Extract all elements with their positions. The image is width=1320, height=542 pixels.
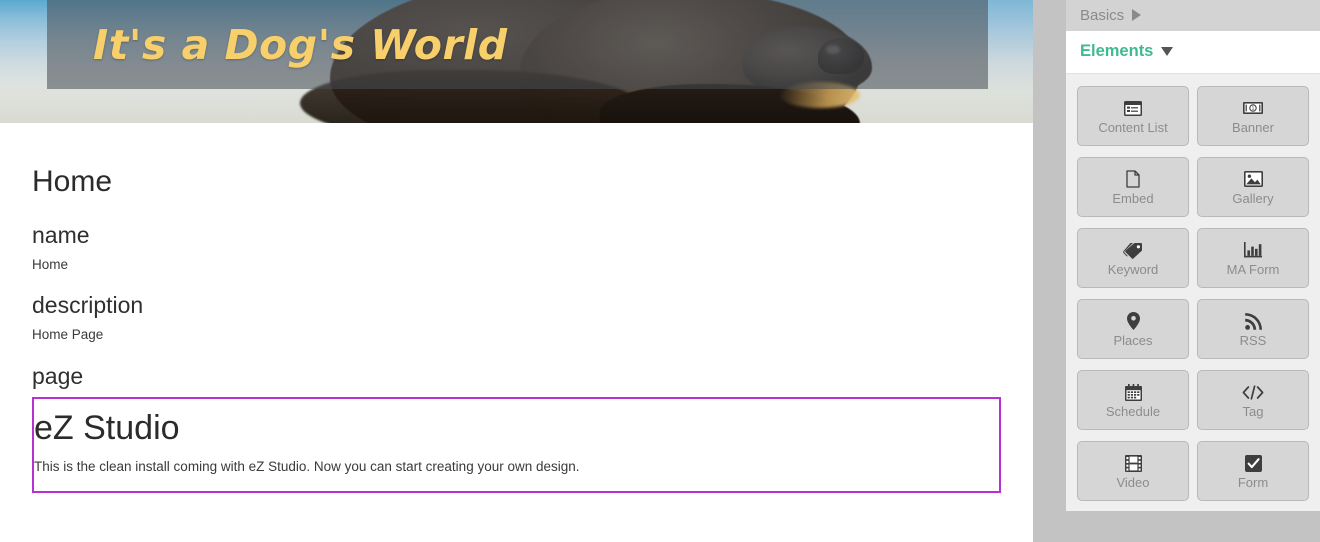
- element-tile-label: Gallery: [1232, 190, 1274, 206]
- element-tile-places[interactable]: Places: [1077, 299, 1189, 359]
- tag-icon: [1242, 383, 1264, 402]
- page-content-body: Home name Home description Home Page pag…: [0, 123, 1033, 493]
- svg-text:1: 1: [1252, 106, 1255, 112]
- element-tile-content-list[interactable]: Content List: [1077, 86, 1189, 146]
- form-icon: [1244, 454, 1262, 473]
- field-description-value: Home Page: [32, 327, 104, 343]
- element-tile-embed[interactable]: Embed: [1077, 157, 1189, 217]
- elements-grid: Content List 1 Banner Embed Gallery Keyw…: [1077, 86, 1309, 501]
- zone-heading: eZ Studio: [34, 408, 180, 447]
- page-preview-pane: It's a Dog's World Home name Home descri…: [0, 0, 1033, 542]
- panel-section-basics-label: Basics: [1080, 6, 1125, 24]
- field-page: page eZ Studio This is the clean install…: [32, 363, 1001, 493]
- element-tile-keyword[interactable]: Keyword: [1077, 228, 1189, 288]
- element-tile-label: Banner: [1232, 119, 1274, 135]
- field-description-label: description: [32, 292, 144, 319]
- panel-empty-space: [1066, 511, 1320, 542]
- panel-section-elements-label: Elements: [1080, 42, 1154, 60]
- chevron-down-icon: [1161, 47, 1174, 56]
- element-tile-banner[interactable]: 1 Banner: [1197, 86, 1309, 146]
- element-tile-label: Form: [1237, 474, 1269, 490]
- embed-icon: [1126, 170, 1140, 189]
- places-icon: [1126, 312, 1140, 331]
- element-tile-tag[interactable]: Tag: [1197, 370, 1309, 430]
- element-tile-gallery[interactable]: Gallery: [1197, 157, 1309, 217]
- element-tile-label: Embed: [1112, 190, 1154, 206]
- hero-overlay-bar: It's a Dog's World: [47, 0, 988, 89]
- field-description: description Home Page: [32, 292, 1001, 344]
- field-name-value: Home: [32, 256, 69, 272]
- hero-banner[interactable]: It's a Dog's World: [0, 0, 1033, 123]
- gallery-icon: [1243, 170, 1263, 189]
- schedule-icon: [1124, 383, 1142, 402]
- ma-form-icon: [1244, 241, 1262, 260]
- selected-page-zone[interactable]: eZ Studio This is the clean install comi…: [32, 396, 1001, 493]
- studio-editor-root: It's a Dog's World Home name Home descri…: [0, 0, 1320, 542]
- chevron-right-icon: [1132, 9, 1142, 21]
- rss-icon: [1244, 312, 1262, 331]
- field-name: name Home: [32, 222, 1001, 274]
- banner-icon: 1: [1243, 99, 1263, 118]
- keyword-icon: [1123, 241, 1143, 260]
- element-tile-label: Content List: [1098, 119, 1168, 135]
- elements-side-panel: Basics Elements Content List 1 Banner Em…: [1066, 0, 1320, 542]
- zone-body-text: This is the clean install coming with eZ…: [34, 458, 580, 474]
- element-tile-label: RSS: [1239, 332, 1267, 348]
- element-tile-label: MA Form: [1226, 261, 1280, 277]
- video-icon: [1124, 454, 1142, 473]
- element-tile-label: Tag: [1242, 403, 1264, 419]
- element-tile-label: Places: [1113, 332, 1153, 348]
- panel-section-elements[interactable]: Elements: [1066, 31, 1320, 74]
- element-tile-label: Schedule: [1105, 403, 1161, 419]
- element-tile-rss[interactable]: RSS: [1197, 299, 1309, 359]
- element-tile-schedule[interactable]: Schedule: [1077, 370, 1189, 430]
- preview-panel-gutter: [1033, 0, 1066, 542]
- element-tile-video[interactable]: Video: [1077, 441, 1189, 501]
- element-tile-label: Keyword: [1107, 261, 1159, 277]
- elements-grid-container: Content List 1 Banner Embed Gallery Keyw…: [1066, 74, 1320, 511]
- hero-title: It's a Dog's World: [93, 20, 508, 69]
- panel-section-basics[interactable]: Basics: [1066, 0, 1320, 31]
- field-page-label: page: [32, 362, 84, 389]
- element-tile-form[interactable]: Form: [1197, 441, 1309, 501]
- page-title: Home: [32, 165, 113, 198]
- content-list-icon: [1124, 99, 1142, 118]
- element-tile-label: Video: [1116, 474, 1150, 490]
- field-name-label: name: [32, 222, 90, 248]
- element-tile-ma-form[interactable]: MA Form: [1197, 228, 1309, 288]
